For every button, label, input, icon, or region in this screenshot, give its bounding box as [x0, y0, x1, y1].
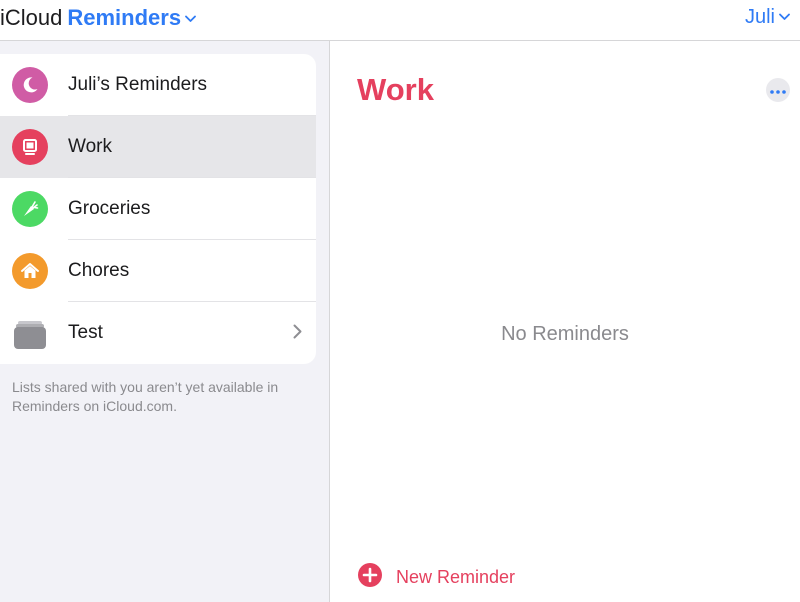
moon-icon [12, 67, 48, 103]
chevron-down-icon [185, 3, 196, 29]
sidebar-item-work[interactable]: Work [0, 116, 316, 178]
sidebar-item-groceries[interactable]: Groceries [0, 178, 316, 240]
reminder-list-panel: Work No Reminders New Reminder [330, 41, 800, 602]
carrot-icon [12, 191, 48, 227]
top-bar: iCloud Reminders Juli [0, 0, 800, 41]
sidebar-item-label: Groceries [68, 198, 151, 219]
user-name: Juli [744, 6, 775, 28]
chevron-down-icon [779, 4, 790, 27]
shared-lists-note: Lists shared with you aren’t yet availab… [12, 379, 279, 414]
app-switcher[interactable]: iCloud Reminders [0, 4, 196, 32]
plus-circle-icon [357, 562, 383, 593]
new-reminder-label: New Reminder [396, 567, 516, 587]
house-icon [12, 253, 48, 289]
ellipsis-icon [770, 81, 786, 99]
brand-app-name: Reminders [67, 5, 182, 30]
sidebar: Juli’s Reminders Work Groceries Chores T… [0, 41, 330, 602]
sidebar-item-label: Juli’s Reminders [68, 74, 208, 95]
page-title: Work [357, 72, 434, 107]
sidebar-item-label: Test [68, 322, 103, 343]
sidebar-item-label: Work [68, 136, 112, 157]
brand-icloud: iCloud [0, 5, 63, 30]
sidebar-item-test[interactable]: Test [0, 302, 316, 364]
sidebar-item-chores[interactable]: Chores [0, 240, 316, 302]
empty-state: No Reminders [501, 323, 629, 345]
user-menu[interactable]: Juli [745, 6, 790, 29]
chevron-right-icon [293, 324, 302, 344]
new-reminder-button[interactable]: New Reminder [357, 562, 515, 593]
lists-group: Juli’s Reminders Work Groceries Chores T… [0, 54, 316, 364]
sidebar-item-julis-reminders[interactable]: Juli’s Reminders [0, 54, 316, 116]
stack-icon [12, 315, 48, 351]
more-options-button[interactable] [766, 78, 790, 102]
sidebar-item-label: Chores [68, 260, 130, 281]
monitor-icon [12, 129, 48, 165]
